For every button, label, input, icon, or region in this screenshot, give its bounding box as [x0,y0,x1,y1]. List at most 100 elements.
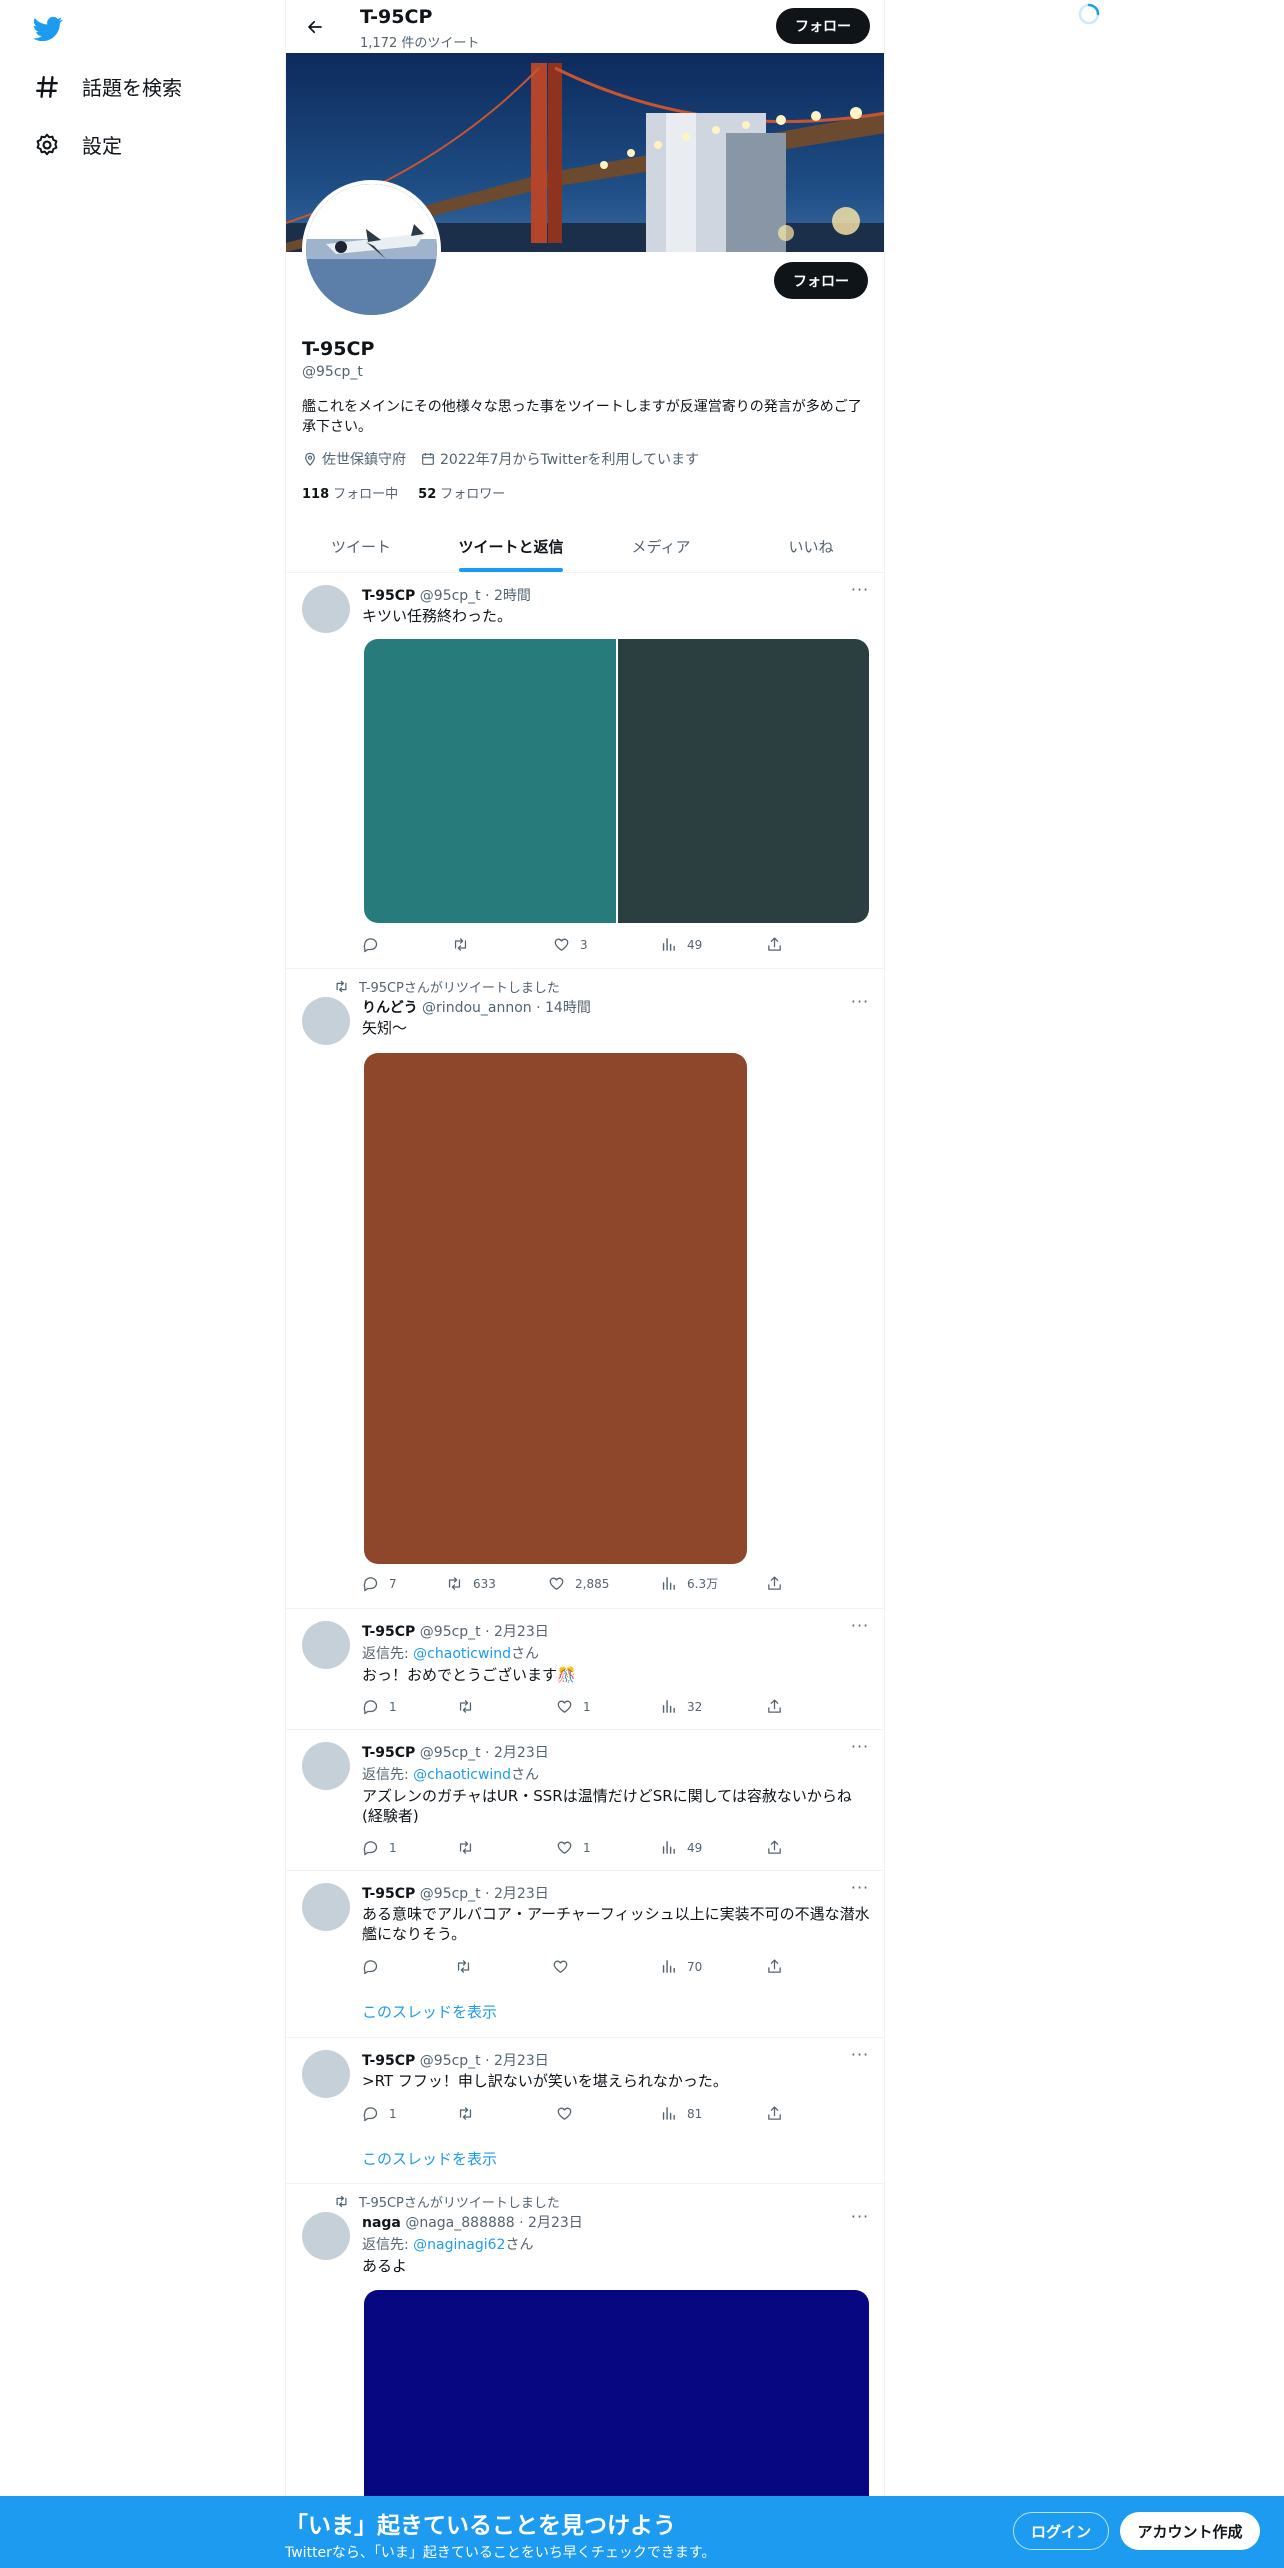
share-button[interactable] [766,1698,783,1715]
like-count: 1 [583,1840,591,1855]
like-button[interactable]: 1 [556,1698,591,1715]
tweet-actions: 3 49 [362,936,782,956]
retweet-button[interactable] [457,1839,474,1856]
author-meta[interactable]: @95cp_t · 2月23日 [420,2053,549,2069]
reply-context: 返信先: @naginagi62さん [362,2234,533,2254]
tab-media[interactable]: メディア [586,520,736,572]
author-meta[interactable]: @95cp_t · 2月23日 [420,1624,549,1640]
share-button[interactable] [766,936,783,953]
avatar[interactable] [302,585,350,633]
author-meta[interactable]: @95cp_t · 2時間 [420,588,531,604]
views-button[interactable]: 70 [660,1958,702,1975]
like-button[interactable] [552,1958,569,1975]
tweet[interactable]: T-95CP @95cp_t · 2月23日 ··· >RT フフッ！申し訳ない… [286,2038,884,2184]
reply-mention-link[interactable]: @chaoticwind [413,1646,511,1662]
author-meta[interactable]: @95cp_t · 2月23日 [420,1886,549,1902]
reply-mention-link[interactable]: @chaoticwind [413,1767,511,1783]
show-thread-link[interactable]: このスレッドを表示 [362,2001,497,2022]
author-name[interactable]: T-95CP [362,1624,415,1640]
reply-button[interactable]: 7 [362,1575,397,1592]
avatar[interactable] [302,1883,350,1931]
avatar[interactable] [302,2212,350,2260]
media-image-1[interactable] [364,639,616,923]
author-meta[interactable]: @rindou_annon · 14時間 [422,1000,591,1016]
more-options-icon[interactable]: ··· [850,1739,870,1760]
more-options-icon[interactable]: ··· [850,2047,870,2068]
nav-item-explore[interactable]: 話題を検索 [34,72,182,101]
views-button[interactable]: 49 [660,1839,702,1856]
profile-follow-button[interactable]: フォロー [774,262,868,299]
tab-tweets[interactable]: ツイート [286,520,436,572]
profile-bio: 艦これをメインにその他様々な思った事をツイートしますが反運営寄りの発言が多めご了… [302,399,862,435]
reply-mention-link[interactable]: @naginagi62 [413,2237,505,2253]
retweet-button[interactable] [455,1958,472,1975]
views-button[interactable]: 81 [660,2105,702,2122]
tab-tweets-and-replies[interactable]: ツイートと返信 [436,520,586,572]
retweet-button[interactable] [452,936,469,953]
reply-button[interactable]: 1 [362,1839,397,1856]
tweet-media[interactable] [364,639,869,923]
tab-likes[interactable]: いいね [736,520,884,572]
author-name[interactable]: T-95CP [362,588,415,604]
tweet[interactable]: T-95CP @95cp_t · 2月23日 ··· 返信先: @chaotic… [286,1730,884,1871]
author-name[interactable]: naga [362,2215,401,2231]
retweet-icon [452,936,469,953]
followers-stat[interactable]: 52 フォロワー [418,483,505,502]
author-name[interactable]: りんどう [362,1000,418,1016]
avatar[interactable] [302,997,350,1045]
media-image-2[interactable] [617,639,869,923]
like-button[interactable]: 1 [556,1839,591,1856]
back-button[interactable] [298,10,332,44]
author-meta[interactable]: @naga_888888 · 2月23日 [405,2215,582,2231]
like-button[interactable]: 2,885 [548,1575,609,1592]
retweet-by-text[interactable]: T-95CPさんがリツイートしました [359,977,560,996]
nav-item-settings[interactable]: 設定 [34,130,122,159]
reply-button[interactable]: 1 [362,2105,397,2122]
like-button[interactable]: 3 [553,936,588,953]
views-chart-icon [660,2105,677,2122]
tweet-header: T-95CP @95cp_t · 2時間 [362,585,531,605]
avatar[interactable] [302,1621,350,1669]
retweet-button[interactable] [457,1698,474,1715]
share-button[interactable] [766,2105,783,2122]
share-button[interactable] [766,1839,783,1856]
author-name[interactable]: T-95CP [362,2053,415,2069]
share-button[interactable] [766,1575,783,1592]
more-options-icon[interactable]: ··· [850,994,870,1015]
tweet-media[interactable] [364,1053,747,1564]
author-meta[interactable]: @95cp_t · 2月23日 [420,1745,549,1761]
reply-suffix: さん [511,1767,540,1783]
header-follow-button[interactable]: フォロー [776,8,870,44]
author-name[interactable]: T-95CP [362,1886,415,1902]
login-button[interactable]: ログイン [1013,2512,1109,2550]
profile-avatar[interactable] [302,180,441,319]
more-options-icon[interactable]: ··· [850,582,870,603]
tweet[interactable]: T-95CP @95cp_t · 2月23日 ··· 返信先: @chaotic… [286,1609,884,1730]
reply-button[interactable]: 1 [362,1698,397,1715]
retweet-by-text[interactable]: T-95CPさんがリツイートしました [359,2192,560,2211]
tweet[interactable]: T-95CP @95cp_t · 2月23日 ··· ある意味でアルバコア・アー… [286,1871,884,2038]
following-stat[interactable]: 118 フォロー中 [302,483,398,502]
avatar[interactable] [302,2050,350,2098]
like-button[interactable] [556,2105,573,2122]
retweet-button[interactable]: 633 [446,1575,496,1592]
more-options-icon[interactable]: ··· [850,1880,870,1901]
views-button[interactable]: 6.3万 [660,1575,718,1592]
views-button[interactable]: 49 [660,936,702,953]
show-thread-link[interactable]: このスレッドを表示 [362,2148,497,2169]
tweet[interactable]: T-95CP @95cp_t · 2時間 ··· キツい任務終わった。 3 49 [286,573,884,969]
views-button[interactable]: 32 [660,1698,702,1715]
tweet-header: T-95CP @95cp_t · 2月23日 [362,2050,549,2070]
author-name[interactable]: T-95CP [362,1745,415,1761]
retweet-button[interactable] [457,2105,474,2122]
more-options-icon[interactable]: ··· [850,2209,870,2230]
twitter-bird-logo-icon[interactable] [31,14,65,44]
tweet[interactable]: T-95CPさんがリツイートしました りんどう @rindou_annon · … [286,969,884,1609]
share-icon [766,936,783,953]
create-account-button[interactable]: アカウント作成 [1120,2512,1260,2550]
more-options-icon[interactable]: ··· [850,1618,870,1639]
share-button[interactable] [766,1958,783,1975]
avatar[interactable] [302,1742,350,1790]
reply-button[interactable] [362,936,379,953]
reply-button[interactable] [362,1958,379,1975]
